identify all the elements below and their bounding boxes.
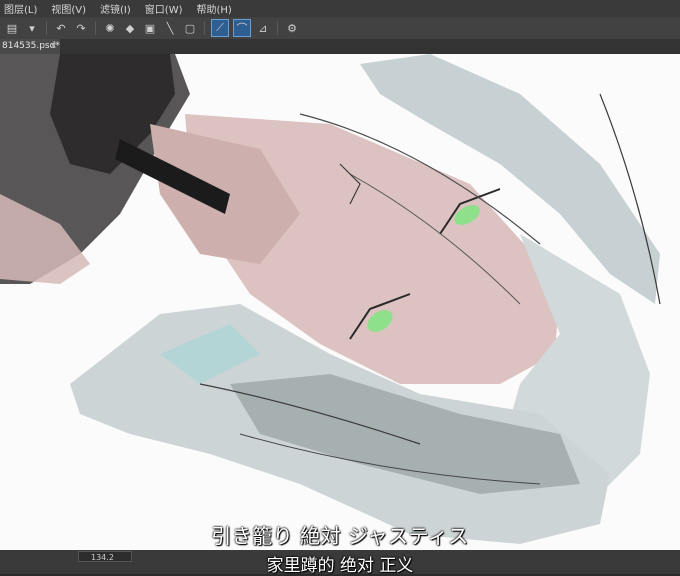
redo-icon[interactable]: ↷ [73,20,89,36]
ruler-icon[interactable]: ⊿ [255,20,271,36]
loading-icon[interactable]: ✺ [102,20,118,36]
menu-view[interactable]: 视图(V) [51,1,86,16]
chevron-down-icon[interactable]: ▾ [24,20,40,36]
settings-icon[interactable]: ⚙ [284,20,300,36]
line-icon[interactable]: ╲ [162,20,178,36]
toolbar-separator [277,21,278,35]
document-tab[interactable]: 814535.psd* × [0,39,60,54]
menu-window[interactable]: 窗口(W) [145,1,183,16]
pen-curve-icon[interactable]: ⌒ [233,19,251,37]
menu-help[interactable]: 帮助(H) [197,1,232,16]
menu-layer[interactable]: 图层(L) [4,1,37,16]
shape-icon[interactable]: ▢ [182,20,198,36]
subtitle-japanese: 引き籠り 絶対 ジャスティス [211,524,469,548]
layer-icon[interactable]: ▤ [4,20,20,36]
menu-bar: 图层(L) 视图(V) 滤镜(I) 窗口(W) 帮助(H) [0,0,680,17]
transform-icon[interactable]: ▣ [142,20,158,36]
command-bar: ▤ ▾ ↶ ↷ ✺ ◆ ▣ ╲ ▢ ⟋ ⌒ ⊿ ⚙ [0,17,680,40]
undo-icon[interactable]: ↶ [53,20,69,36]
fill-icon[interactable]: ◆ [122,20,138,36]
artwork [0,54,661,544]
toolbar-separator [204,21,205,35]
pen-tool-icon[interactable]: ⟋ [211,19,229,37]
menu-filter[interactable]: 滤镜(I) [100,1,131,16]
toolbar-separator [46,21,47,35]
document-tab-bar: 814535.psd* × [0,39,680,54]
subtitle-chinese: 家里蹲的 绝对 正义 [266,556,414,576]
close-icon[interactable]: × [49,39,57,54]
drawing-canvas[interactable] [0,54,680,550]
toolbar-separator [95,21,96,35]
